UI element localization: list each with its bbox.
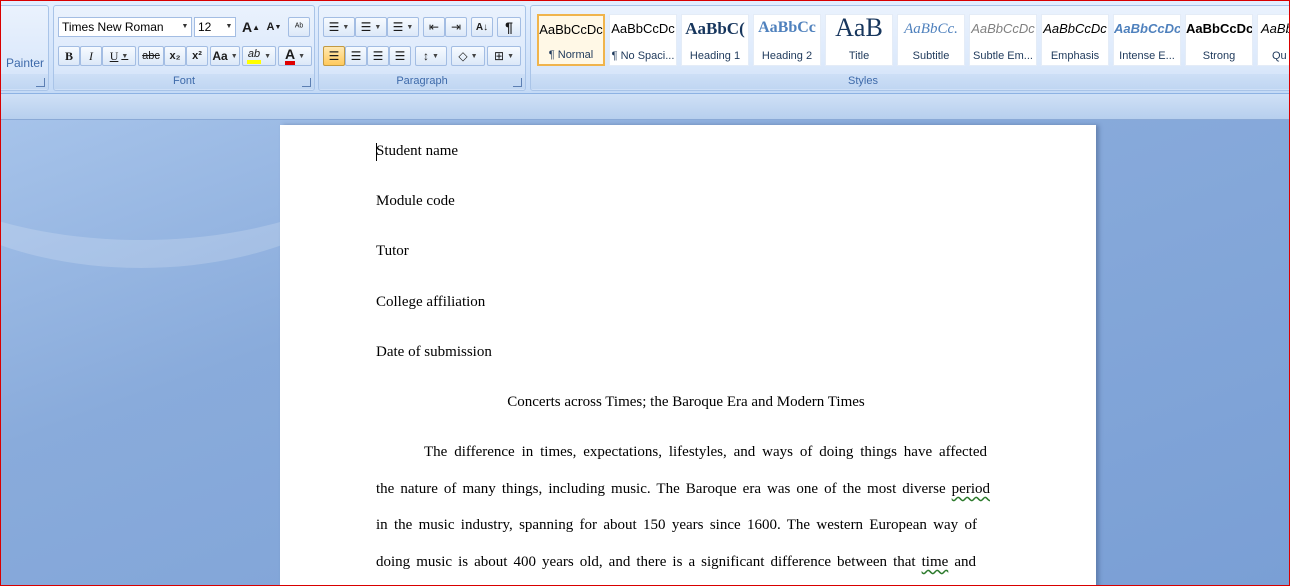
style-sample: AaBbCc [758,19,816,36]
style-sample: AaBbC( [685,19,745,38]
chevron-down-icon[interactable]: ▼ [342,24,349,31]
increase-indent-icon: ⇥ [450,20,462,34]
document-workspace: Student name Module code Tutor College a… [1,120,1289,585]
styles-group-label: Styles [531,74,1289,89]
header-line-module-code: Module code [376,193,455,209]
style-sample: AaBbCcDc [1043,21,1107,36]
chevron-down-icon[interactable]: ▼ [406,24,413,31]
style-title[interactable]: AaB Title [825,13,893,66]
body-line: in the music industry, spanning for abou… [376,517,977,533]
decrease-indent-button[interactable]: ⇤ [423,17,445,37]
body-text: and [954,554,976,570]
sort-icon: A↓ [475,21,489,33]
style-sample: AaBbCcDc [539,22,603,37]
document-title: Concerts across Times; the Baroque Era a… [507,394,865,410]
justify-button[interactable]: ☰ [389,46,411,66]
style-quote[interactable]: AaBbC Qu [1257,14,1289,66]
grammar-flag[interactable]: time [922,554,949,570]
numbering-icon: ☰ [360,20,372,34]
style-sample: AaBbCcDc [1186,21,1252,36]
header-line-tutor: Tutor [376,243,409,259]
paragraph-dialog-launcher[interactable] [513,78,522,87]
chevron-down-icon[interactable]: ▼ [507,53,514,60]
style-emphasis[interactable]: AaBbCcDc Emphasis [1041,14,1109,66]
line-spacing-icon: ↕ [423,49,430,63]
chevron-down-icon[interactable]: ▼ [432,53,439,60]
style-name: Heading 2 [761,50,813,62]
style-no-spacing[interactable]: AaBbCcDc ¶ No Spaci... [609,14,677,66]
style-name: Title [848,50,870,62]
multilevel-list-button[interactable]: ☰ ▼ [387,17,419,37]
style-name: Intense E... [1119,50,1175,62]
document-page[interactable]: Student name Module code Tutor College a… [280,125,1096,585]
style-subtitle[interactable]: AaBbCc. Subtitle [897,14,965,66]
body-line: doing music is about 400 years old, and … [376,554,976,571]
style-name: Qu [1272,50,1287,62]
style-sample: AaBbCcDc [1114,21,1180,36]
style-strong[interactable]: AaBbCcDc Strong [1185,14,1253,66]
style-sample: AaBbC [1261,21,1289,36]
style-sample: AaBbCcDc [611,21,675,36]
body-line: The difference in times, expectations, l… [424,444,987,460]
shading-button[interactable]: ◇ ▼ [451,46,485,66]
style-name: ¶ Normal [548,49,594,61]
chevron-down-icon[interactable]: ▼ [374,24,381,31]
style-name: ¶ No Spaci... [611,50,675,62]
word-window: Painter Times New Roman ▼ 12 ▼ A ▲ A ▼ ᴬᵇ [0,0,1290,586]
justify-icon: ☰ [394,49,406,63]
style-sample: AaB [835,13,883,42]
style-heading-2[interactable]: AaBbCc Heading 2 [753,14,821,66]
decrease-indent-icon: ⇤ [428,20,440,34]
sort-button[interactable]: A↓ [471,17,493,37]
header-line-student-name: Student name [376,143,459,159]
pilcrow-icon: ¶ [505,19,513,35]
style-sample: AaBbCc. [904,21,958,37]
paint-bucket-icon: ◇ [458,49,468,63]
line-spacing-button[interactable]: ↕ ▼ [415,46,447,66]
header-line-college: College affiliation [376,294,486,310]
styles-group: AaBbCcDc ¶ Normal AaBbCcDc ¶ No Spaci...… [530,5,1289,91]
borders-icon: ⊞ [494,49,505,63]
grammar-flag[interactable]: period [952,481,990,497]
style-intense-emphasis[interactable]: AaBbCcDc Intense E... [1113,14,1181,66]
multilevel-list-icon: ☰ [392,20,404,34]
body-text: doing music is about 400 years old, and … [376,554,916,570]
style-heading-1[interactable]: AaBbC( Heading 1 [681,14,749,66]
style-subtle-emphasis[interactable]: AaBbCcDc Subtle Em... [969,14,1037,66]
styles-gallery: AaBbCcDc ¶ Normal AaBbCcDc ¶ No Spaci...… [537,13,1289,72]
show-hide-marks-button[interactable]: ¶ [497,17,521,37]
style-name: Heading 1 [689,50,741,62]
style-sample: AaBbCcDc [971,21,1035,36]
style-name: Emphasis [1050,50,1100,62]
header-line-date: Date of submission [376,344,492,360]
body-text: the nature of many things, including mus… [376,481,946,497]
style-name: Subtle Em... [973,50,1033,62]
chevron-down-icon[interactable]: ▼ [471,53,478,60]
style-name: Strong [1202,50,1236,62]
style-normal[interactable]: AaBbCcDc ¶ Normal [537,14,605,66]
numbering-button[interactable]: ☰ ▼ [355,17,387,37]
body-line: the nature of many things, including mus… [376,481,990,498]
increase-indent-button[interactable]: ⇥ [445,17,467,37]
style-name: Subtitle [912,50,950,62]
borders-button[interactable]: ⊞ ▼ [487,46,521,66]
